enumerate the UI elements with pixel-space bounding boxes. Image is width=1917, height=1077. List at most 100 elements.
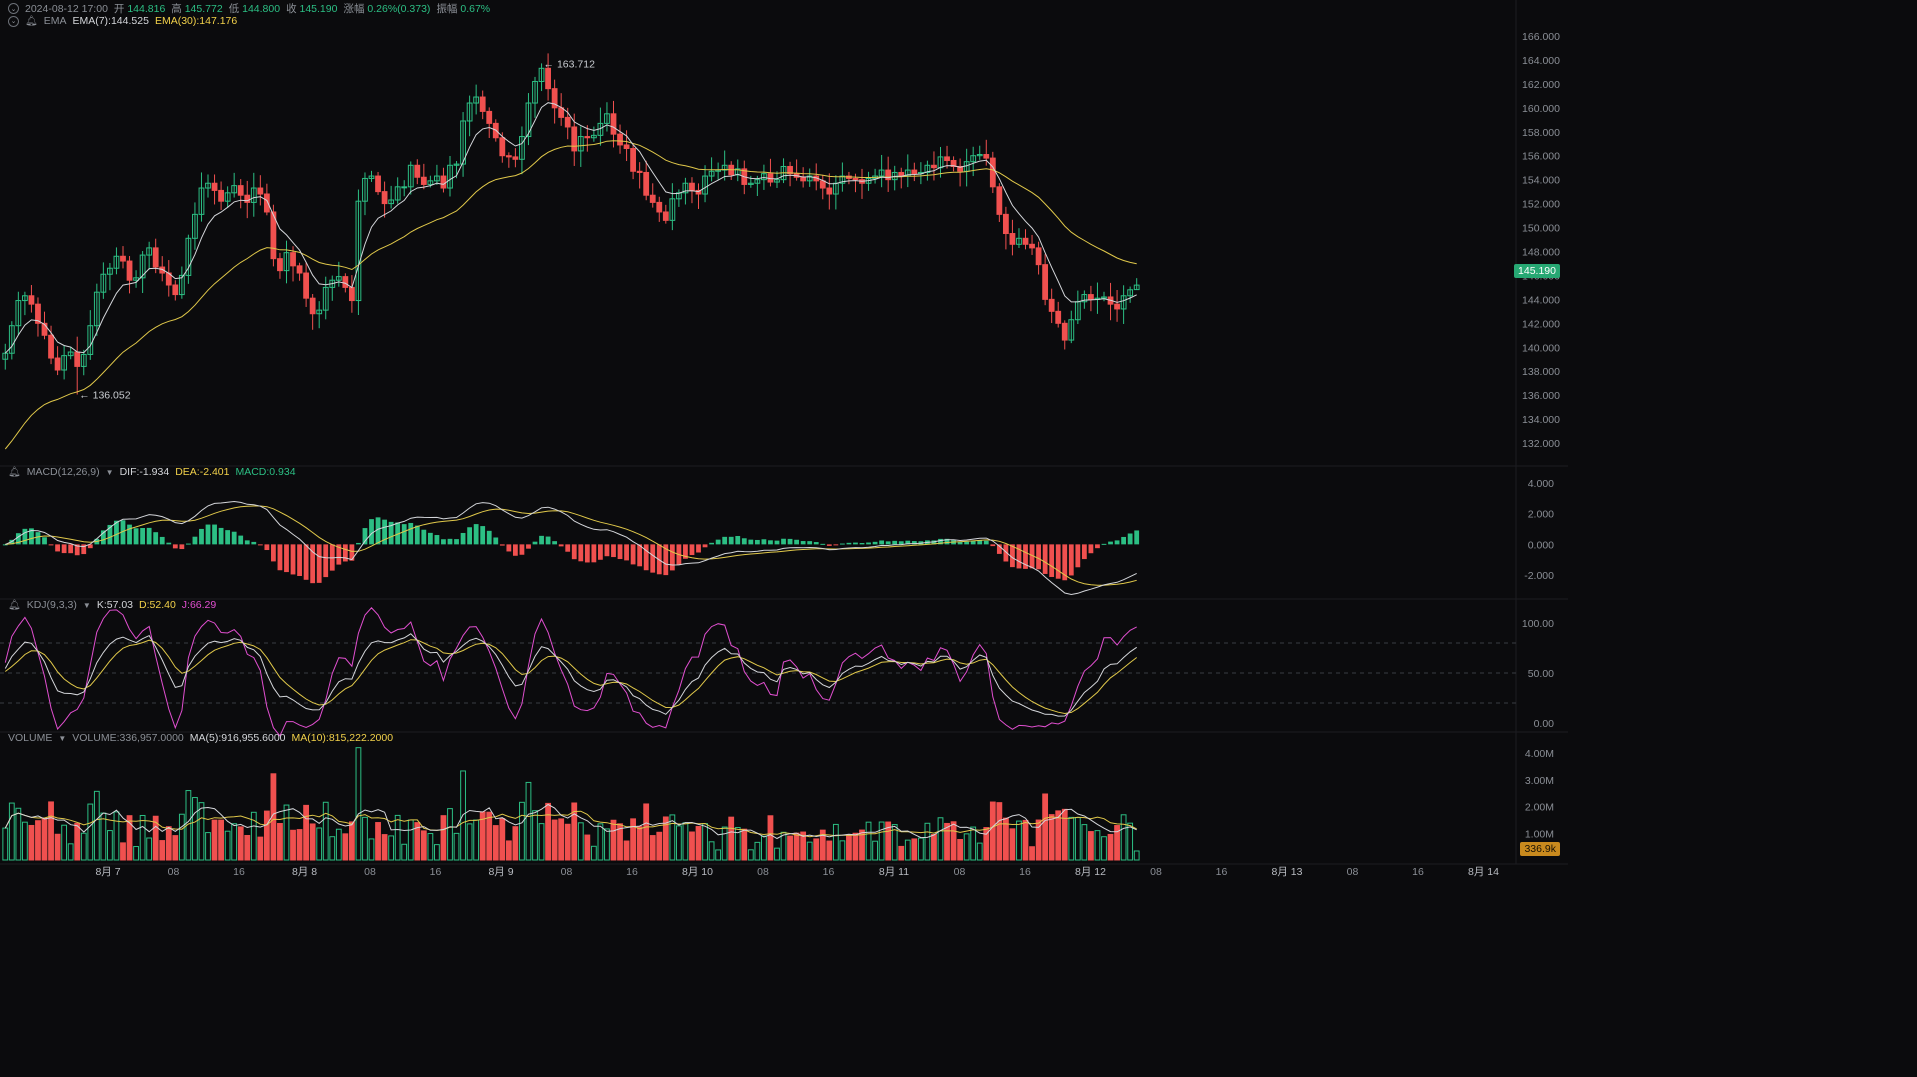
candle-body (689, 182, 695, 191)
volume-bar (277, 823, 283, 861)
time-axis-label: 16 (823, 866, 835, 878)
trading-chart[interactable]: ← 163.712← 136.052 166.000164.000162.000… (0, 0, 1568, 881)
macd-histogram-bar (1127, 533, 1133, 545)
volume-bar (1048, 814, 1055, 861)
macd-histogram-bar (271, 544, 276, 562)
collapse-icon[interactable]: ⌄ (8, 3, 19, 14)
macd-histogram-bar (480, 526, 486, 545)
candle-body (1055, 310, 1062, 324)
volume-axis-label: 4.00M (1525, 748, 1554, 760)
dropdown-caret-icon[interactable]: ▼ (58, 734, 66, 743)
volume-bar (512, 826, 519, 861)
macd-histogram-bar (323, 544, 329, 578)
macd-histogram-bar (434, 535, 440, 545)
candle-body (571, 126, 578, 152)
volume-bar (74, 822, 81, 861)
macd-histogram-bar (709, 542, 714, 545)
macd-histogram-bar (1036, 544, 1041, 570)
volume-bar (303, 804, 310, 861)
macd-histogram-bar (172, 544, 178, 549)
price-axis-label: 148.000 (1522, 246, 1560, 258)
price-axis-label: 166.000 (1522, 31, 1560, 43)
macd-histogram-bar (715, 539, 721, 545)
candle-body (244, 194, 251, 203)
macd-histogram-bar (454, 539, 459, 545)
volume-bar (420, 830, 427, 861)
volume-bar (48, 801, 54, 861)
macd-histogram-bar (774, 540, 780, 545)
volume-bar (54, 833, 61, 861)
volume-bar (551, 819, 558, 861)
price-axis-label: 132.000 (1522, 438, 1560, 450)
kdj-indicator-name[interactable]: KDJ(9,3,3) (27, 599, 77, 611)
time-axis-label: 16 (1019, 866, 1031, 878)
price-axis-label: 156.000 (1522, 151, 1560, 163)
candle-body (512, 156, 519, 160)
candle-body (28, 295, 35, 305)
alert-bell-icon[interactable]: 🔔︎ (25, 16, 38, 27)
macd-histogram-bar (303, 544, 309, 580)
volume-indicator-name[interactable]: VOLUME (8, 732, 52, 744)
ema-indicator-name[interactable]: EMA (44, 15, 67, 27)
macd-indicator-name[interactable]: MACD(12,26,9) (27, 466, 100, 478)
volume-bar (35, 820, 41, 861)
time-axis-label: 08 (1347, 866, 1359, 878)
alert-bell-icon[interactable]: 🔔︎ (8, 467, 21, 478)
macd-histogram-bar (205, 524, 211, 545)
low-value: 144.800 (242, 3, 281, 15)
candle-body (1029, 243, 1035, 249)
candle-body (375, 175, 381, 193)
change-value: 0.26%(0.373) (367, 3, 431, 15)
volume-bar (911, 838, 918, 861)
macd-histogram-bar (35, 532, 41, 545)
collapse-icon[interactable]: ⌄ (8, 15, 19, 27)
candle-body (348, 286, 355, 302)
volume-bar (826, 840, 833, 861)
last-price-tag: 145.190 (1514, 264, 1560, 278)
alert-bell-icon[interactable]: 🔔︎ (8, 600, 21, 611)
volume-bar (1029, 846, 1035, 861)
candle-body (486, 110, 493, 124)
macd-histogram-bar (512, 544, 518, 556)
dropdown-caret-icon[interactable]: ▼ (106, 468, 114, 477)
macd-histogram-bar (807, 541, 813, 545)
low-label: 低 (228, 3, 240, 15)
volume-bar (296, 829, 303, 861)
low-marker-label: ← 136.052 (79, 390, 131, 402)
price-axis-label: 134.000 (1522, 414, 1560, 426)
bar-datetime: 2024-08-12 17:00 (25, 2, 108, 15)
volume-bar (499, 818, 506, 861)
volume-bar (846, 834, 852, 861)
macd-histogram-bar (853, 542, 858, 545)
time-axis-label: 8月 8 (292, 866, 317, 878)
volume-bar (211, 819, 218, 861)
close-value: 145.190 (299, 3, 338, 15)
kdj-axis-label: 0.00 (1534, 718, 1555, 730)
macd-histogram-bar (866, 542, 871, 545)
macd-histogram-bar (153, 532, 159, 545)
candle-body (996, 186, 1003, 215)
macd-histogram-bar (630, 544, 636, 565)
macd-histogram-bar (290, 544, 296, 575)
time-axis-label: 8月 10 (682, 866, 713, 878)
candle-body (440, 175, 447, 189)
macd-histogram-bar (140, 528, 146, 545)
close-label: 收 (286, 3, 297, 15)
dropdown-caret-icon[interactable]: ▼ (83, 601, 91, 610)
macd-histogram-bar (159, 536, 165, 545)
candle-body (303, 272, 310, 299)
volume-bar (309, 823, 316, 861)
volume-bar (1107, 833, 1114, 861)
volume-bar (584, 834, 591, 861)
macd-histogram-bar (1134, 530, 1140, 545)
time-axis-label: 8月 13 (1272, 866, 1303, 878)
macd-histogram-bar (519, 544, 525, 555)
candle-body (505, 155, 512, 158)
price-axis-label: 150.000 (1522, 223, 1560, 235)
macd-axis-label: 2.000 (1528, 509, 1554, 521)
volume-bar (342, 833, 349, 861)
time-axis-label: 16 (1412, 866, 1424, 878)
candle-body (623, 144, 630, 150)
macd-histogram-bar (427, 532, 433, 545)
macd-histogram-bar (826, 544, 832, 546)
